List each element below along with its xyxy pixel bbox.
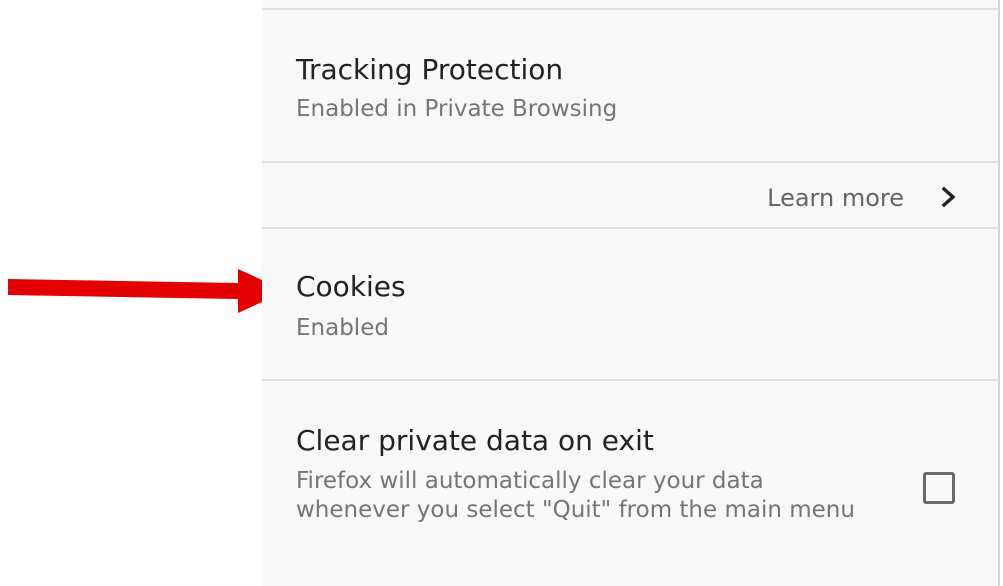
setting-tracking-protection[interactable]: Tracking Protection Enabled in Private B… (262, 10, 1000, 161)
tracking-protection-title: Tracking Protection (296, 53, 564, 86)
annotation-arrow-icon (8, 269, 286, 313)
setting-clear-private-data[interactable]: Clear private data on exit Firefox will … (262, 381, 1000, 586)
cookies-subtitle: Enabled (296, 315, 389, 341)
clear-private-data-subtitle: Firefox will automatically clear your da… (296, 468, 855, 523)
chevron-right-icon[interactable] (940, 186, 958, 208)
learn-more-label[interactable]: Learn more (767, 183, 904, 213)
cookies-title: Cookies (296, 270, 406, 303)
tracking-protection-subtitle: Enabled in Private Browsing (296, 96, 618, 122)
clear-private-data-checkbox[interactable] (923, 472, 955, 504)
settings-panel: Tracking Protection Enabled in Private B… (262, 0, 1000, 586)
setting-cookies[interactable]: Cookies Enabled (262, 229, 1000, 379)
scrollbar-edge (998, 0, 1000, 586)
clear-private-data-title: Clear private data on exit (296, 424, 654, 457)
screenshot-stage: Tracking Protection Enabled in Private B… (0, 0, 1003, 586)
